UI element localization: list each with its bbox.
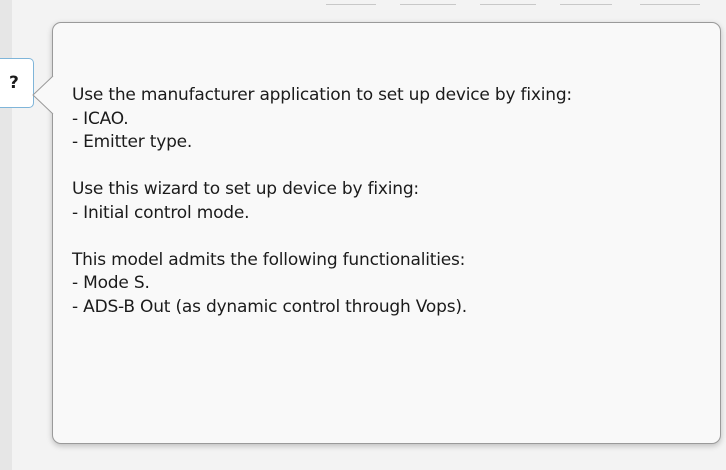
tooltip-list-item: - ADS-B Out (as dynamic control through … [72, 296, 467, 317]
tooltip-section-heading: Use this wizard to set up device by fixi… [72, 179, 419, 199]
tooltip-section-heading: Use the manufacturer application to set … [72, 85, 572, 105]
help-tooltip: Use the manufacturer application to set … [52, 22, 721, 444]
tooltip-content: Use the manufacturer application to set … [72, 84, 710, 319]
tooltip-list-item: - ICAO. [72, 108, 129, 129]
tooltip-section-heading: This model admits the following function… [72, 249, 466, 270]
tooltip-spacer [72, 225, 710, 249]
help-button[interactable]: ? [0, 58, 34, 108]
tooltip-spacer [72, 155, 710, 179]
tooltip-pointer [32, 76, 54, 114]
tooltip-list-item: - Initial control mode. [72, 202, 250, 223]
tooltip-list-item: - Mode S. [72, 273, 150, 293]
tooltip-list-item: - Emitter type. [72, 132, 193, 152]
background-field-underlines [320, 0, 726, 8]
